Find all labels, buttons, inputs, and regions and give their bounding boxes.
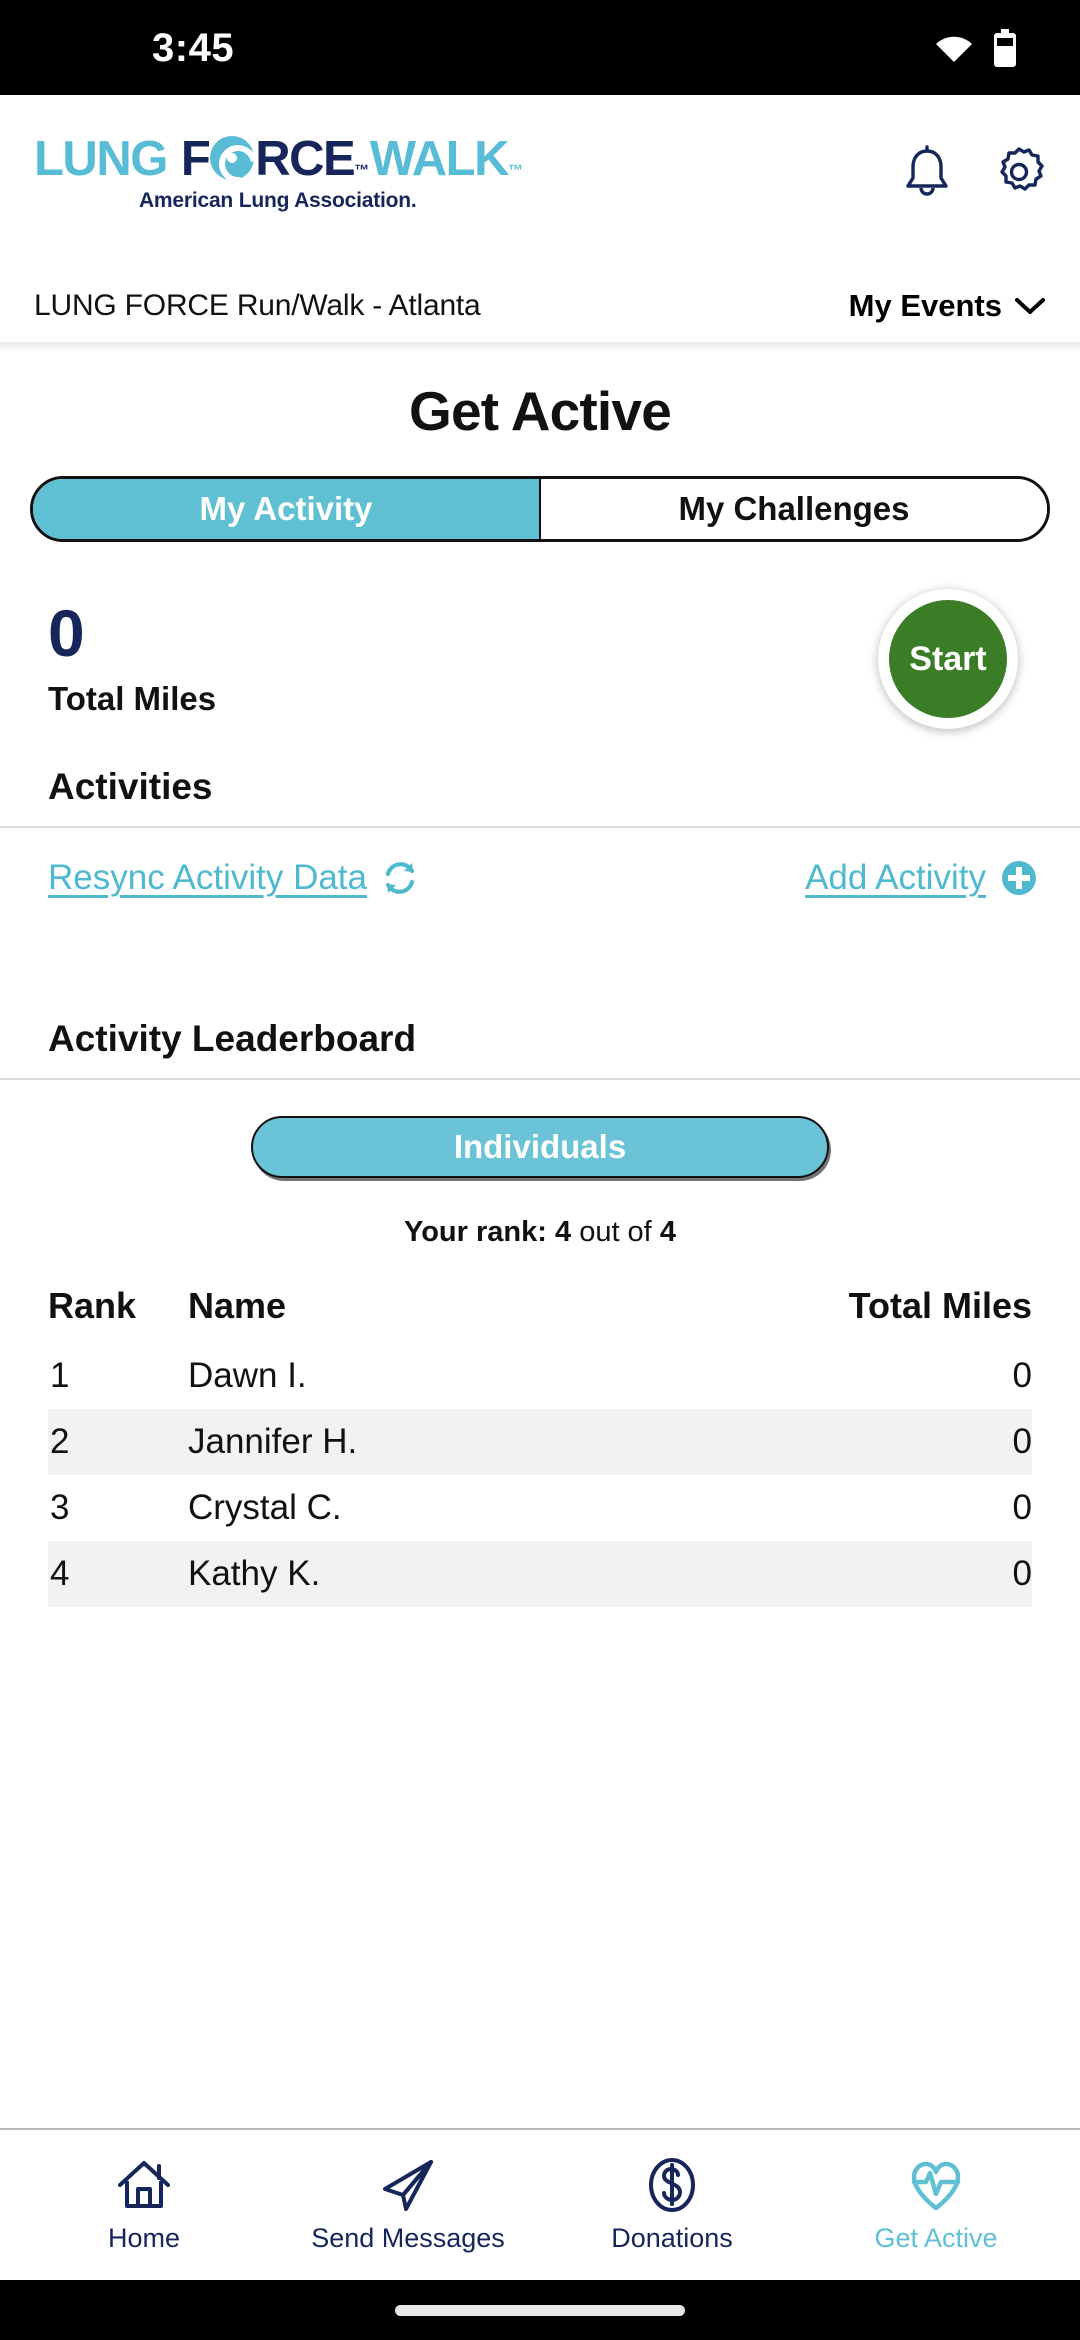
dollar-circle-icon <box>649 2158 695 2212</box>
row-rank: 4 <box>48 1541 188 1607</box>
total-miles-value: 0 <box>48 596 85 670</box>
tab-my-activity[interactable]: My Activity <box>33 479 541 539</box>
nav-item-get-active[interactable]: Get Active <box>804 2156 1068 2254</box>
row-miles: 0 <box>1012 1488 1032 1527</box>
current-event-name: LUNG FORCE Run/Walk - Atlanta <box>34 289 481 322</box>
header-divider <box>0 342 1080 351</box>
start-button-ring: Start <box>878 589 1018 729</box>
logo-word-rce: RCE <box>255 132 355 186</box>
status-clock: 3:45 <box>152 25 235 70</box>
logo-tm-1: ™ <box>354 162 369 179</box>
lung-force-walk-logo: LUNG F RCE ™ WALK ™ American Lung Association… <box>34 131 523 213</box>
table-header-row: Rank Name Total Miles <box>48 1285 1032 1343</box>
plus-circle-icon <box>1002 861 1036 895</box>
row-rank: 1 <box>50 1356 70 1395</box>
start-button[interactable]: Start <box>889 600 1007 718</box>
page-content: Get Active My Activity My Challenges 0 T… <box>0 351 1080 2340</box>
row-miles: 0 <box>593 1541 1032 1607</box>
gesture-nav-bar <box>0 2280 1080 2340</box>
your-rank-line: Your rank: 4 out of 4 <box>0 1216 1080 1249</box>
row-name: Kathy K. <box>188 1541 594 1607</box>
leaderboard-filter-individuals[interactable]: Individuals <box>251 1116 829 1178</box>
total-miles-block: 0 Total Miles <box>48 600 216 718</box>
header-actions <box>900 145 1046 199</box>
chevron-down-icon <box>1015 298 1045 314</box>
nav-item-home[interactable]: Home <box>12 2156 276 2254</box>
leaderboard-divider <box>0 1078 1080 1080</box>
app-header: LUNG F RCE ™ WALK ™ American Lung Association… <box>0 95 1080 270</box>
row-name: Jannifer H. <box>188 1409 594 1475</box>
swirl-o-icon <box>210 136 255 180</box>
col-header-rank: Rank <box>48 1285 137 1326</box>
nav-label-donations: Donations <box>611 2223 733 2253</box>
table-row[interactable]: 4 Kathy K. 0 <box>48 1541 1032 1607</box>
leaderboard-heading: Activity Leaderboard <box>48 1018 417 1059</box>
table-row[interactable]: 3 Crystal C. 0 <box>48 1475 1032 1541</box>
row-miles: 0 <box>1012 1356 1032 1395</box>
app-screen: 3:45 LUNG F RCE ™ WALK ™ American Lung Associ… <box>0 0 1080 2340</box>
wifi-icon <box>936 36 972 62</box>
nav-item-send-messages[interactable]: Send Messages <box>276 2156 540 2254</box>
paper-plane-icon <box>383 2160 433 2211</box>
your-rank-prefix: Your rank: <box>404 1216 547 1248</box>
logo-word-lung: LUNG <box>34 132 168 186</box>
nav-label-home: Home <box>107 2223 181 2253</box>
resync-label: Resync Activity Data <box>48 858 367 897</box>
table-row[interactable]: 2 Jannifer H. 0 <box>48 1409 1032 1475</box>
col-header-name: Name <box>188 1285 287 1326</box>
bell-icon[interactable] <box>900 145 954 199</box>
heart-pulse-icon <box>911 2161 961 2211</box>
nav-label-get-active: Get Active <box>874 2223 998 2253</box>
total-miles-label: Total Miles <box>48 680 217 717</box>
page-title: Get Active <box>408 380 672 442</box>
home-icon <box>118 2161 170 2208</box>
row-name: Crystal C. <box>188 1488 342 1527</box>
bottom-navigation: Home Send Messages Donations Get Active <box>0 2130 1080 2280</box>
stats-row: 0 Total Miles Start <box>0 542 1080 732</box>
resync-activity-data-link[interactable]: Resync Activity Data <box>48 858 419 898</box>
your-rank-value: 4 <box>554 1216 572 1248</box>
row-rank: 3 <box>50 1488 70 1527</box>
logo-tagline: American Lung Association. <box>138 189 417 212</box>
my-events-label: My Events <box>848 288 1002 323</box>
logo-tm-2: ™ <box>507 162 523 179</box>
nav-label-send-messages: Send Messages <box>311 2223 505 2253</box>
row-rank: 2 <box>48 1409 188 1475</box>
battery-icon <box>994 28 1016 67</box>
logo-wordmark: LUNG F RCE ™ WALK ™ <box>34 131 523 186</box>
table-row[interactable]: 1 Dawn I. 0 <box>48 1343 1032 1409</box>
gear-icon[interactable] <box>992 145 1046 199</box>
row-name: Dawn I. <box>188 1356 307 1395</box>
activities-heading: Activities <box>48 766 213 807</box>
tab-my-challenges[interactable]: My Challenges <box>541 479 1047 539</box>
add-activity-link[interactable]: Add Activity <box>805 858 1038 898</box>
row-miles: 0 <box>593 1409 1032 1475</box>
logo-word-f: F <box>180 132 211 186</box>
activity-tabs: My Activity My Challenges <box>30 476 1050 542</box>
gesture-handle[interactable] <box>395 2304 685 2316</box>
add-activity-label: Add Activity <box>805 858 986 897</box>
logo-word-walk: WALK <box>369 132 510 186</box>
refresh-icon <box>385 862 415 894</box>
activities-empty-space <box>0 898 1080 1018</box>
activities-actions: Resync Activity Data Add Activity <box>0 828 1080 898</box>
status-bar: 3:45 <box>0 0 1080 95</box>
event-selector-bar: LUNG FORCE Run/Walk - Atlanta My Events <box>0 270 1080 342</box>
bottom-area: Home Send Messages Donations Get Active <box>0 2128 1080 2340</box>
your-rank-middle: out of <box>579 1216 652 1248</box>
my-events-dropdown[interactable]: My Events <box>849 288 1046 324</box>
leaderboard-table: Rank Name Total Miles 1 Dawn I. 0 2 Jann… <box>48 1285 1032 1607</box>
your-rank-total: 4 <box>659 1216 676 1248</box>
col-header-total-miles: Total Miles <box>848 1285 1032 1326</box>
nav-item-donations[interactable]: Donations <box>540 2156 804 2254</box>
status-indicators <box>934 28 1018 67</box>
leaderboard-filter-row: Individuals <box>0 1116 1080 1178</box>
